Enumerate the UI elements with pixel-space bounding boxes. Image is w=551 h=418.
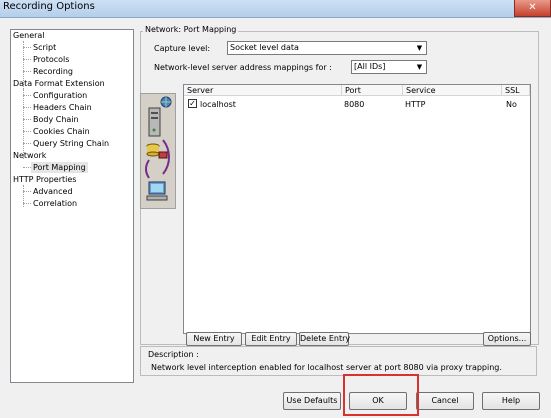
column-header-port[interactable]: Port [342,85,403,96]
new-entry-button[interactable]: New Entry [186,332,242,346]
column-header-server[interactable]: Server [184,85,342,96]
tree-item-configuration[interactable]: Configuration [33,90,87,101]
tree-item-recording[interactable]: Recording [33,66,73,77]
window-title: Recording Options [3,1,95,12]
port-mapping-group-title: Network: Port Mapping [143,25,239,34]
description-text: Network level interception enabled for l… [151,363,502,372]
options-button[interactable]: Options... [483,332,531,346]
tree-item-headers-chain[interactable]: Headers Chain [33,102,92,113]
delete-entry-button[interactable]: Delete Entry [299,332,350,346]
tree-item-correlation[interactable]: Correlation [33,198,77,209]
close-button[interactable]: ✕ [514,0,551,17]
mappings-id-value: [All IDs] [354,62,386,71]
help-button[interactable]: Help [482,392,540,410]
cancel-button[interactable]: Cancel [416,392,474,410]
network-illustration [140,93,176,209]
tree-item-protocols[interactable]: Protocols [33,54,69,65]
column-header-service[interactable]: Service [403,85,502,96]
row-enabled-checkbox[interactable]: ✓ [188,99,197,108]
capture-level-label: Capture level: [154,44,211,53]
tree-item-general[interactable]: General [13,30,45,41]
port-cell: 8080 [344,100,365,109]
tree-item-body-chain[interactable]: Body Chain [33,114,79,125]
chevron-down-icon: ▼ [416,44,423,52]
capture-level-select[interactable]: Socket level data ▼ [227,41,427,55]
options-tree[interactable]: General Script Protocols Recording Data … [10,29,134,383]
description-title: Description : [146,350,201,359]
ok-button-highlight [343,374,419,416]
service-cell: HTTP [405,100,426,109]
server-mapping-table[interactable]: Server Port Service SSL ✓ localhost 8080… [183,84,531,334]
tree-item-script[interactable]: Script [33,42,56,53]
use-defaults-button[interactable]: Use Defaults [283,392,341,410]
capture-level-value: Socket level data [230,43,299,52]
title-bar: Recording Options ✕ [0,0,551,18]
close-icon: ✕ [528,2,537,13]
mappings-label: Network-level server address mappings fo… [154,63,332,72]
tree-item-network[interactable]: Network [13,150,46,161]
tree-item-advanced[interactable]: Advanced [33,186,73,197]
tree-item-query-string-chain[interactable]: Query String Chain [33,138,109,149]
ssl-cell: No [506,100,517,109]
tree-item-data-format-extension[interactable]: Data Format Extension [13,78,105,89]
tree-item-cookies-chain[interactable]: Cookies Chain [33,126,90,137]
tree-item-http-properties[interactable]: HTTP Properties [13,174,76,185]
edit-entry-button[interactable]: Edit Entry [245,332,297,346]
mappings-id-select[interactable]: [All IDs] ▼ [351,60,427,74]
chevron-down-icon: ▼ [416,63,423,71]
network-diagram-icon [145,96,172,201]
column-header-ssl[interactable]: SSL [502,85,530,96]
tree-item-port-mapping[interactable]: Port Mapping [31,162,88,173]
server-cell: localhost [200,100,236,109]
